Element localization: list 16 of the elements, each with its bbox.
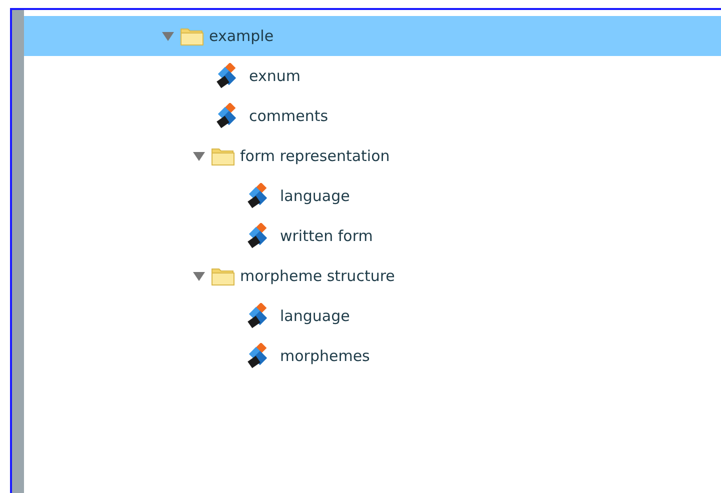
node-icon bbox=[215, 63, 239, 89]
node-icon bbox=[246, 303, 270, 329]
node-icon bbox=[246, 223, 270, 249]
node-label: morpheme structure bbox=[240, 266, 395, 287]
node-label: form representation bbox=[240, 146, 390, 167]
node-label: written form bbox=[280, 226, 373, 247]
node-label: language bbox=[280, 186, 350, 207]
node-icon bbox=[246, 183, 270, 209]
node-label: morphemes bbox=[280, 346, 370, 367]
node-label: comments bbox=[249, 106, 328, 127]
node-icon bbox=[246, 343, 270, 369]
node-label: exnum bbox=[249, 66, 300, 87]
node-label: language bbox=[280, 306, 350, 327]
node-icon bbox=[215, 103, 239, 129]
node-label: example bbox=[209, 26, 274, 47]
folder-row[interactable]: example bbox=[24, 16, 721, 56]
